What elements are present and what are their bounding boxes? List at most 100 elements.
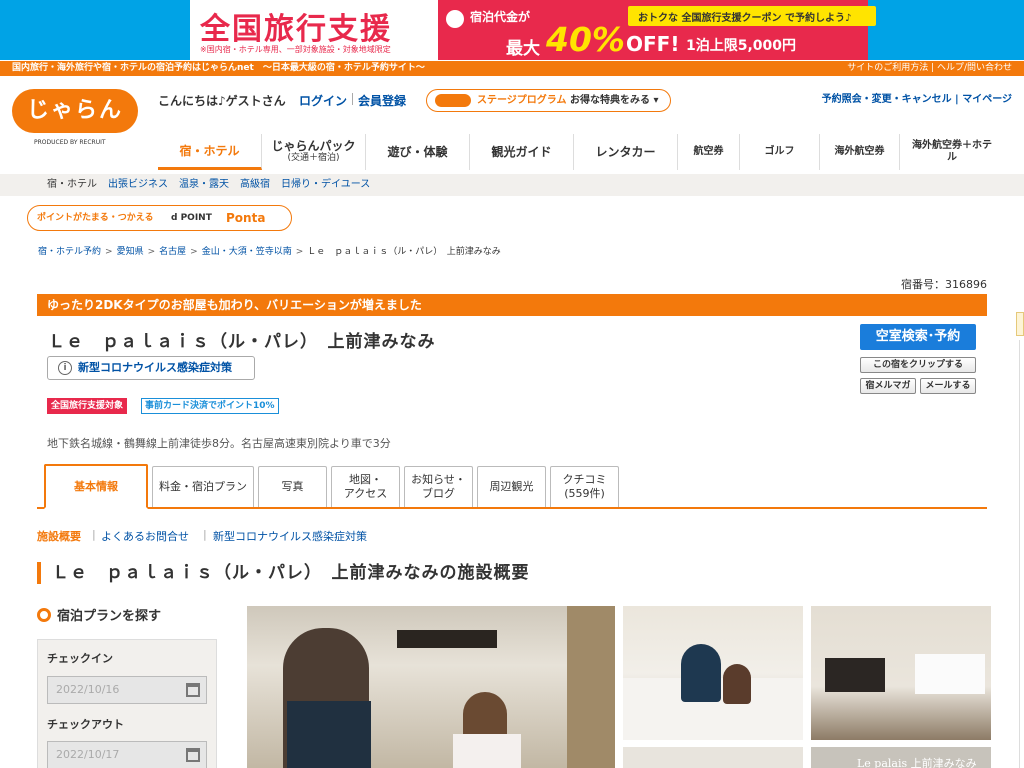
tab-plans[interactable]: 料金・宿泊プラン — [152, 466, 254, 507]
section-title: Ｌｅ ｐａｌａｉｓ（ル・パレ） 上前津みなみの施設概要 — [37, 562, 530, 584]
thumbnail-photo[interactable] — [623, 606, 803, 740]
breadcrumb-current: Ｌｅ ｐａｌａｉｓ（ル・パレ） 上前津みなみ — [307, 247, 501, 257]
search-icon — [37, 608, 51, 622]
feedback-tab[interactable] — [1016, 312, 1024, 336]
register-link[interactable]: 会員登録 — [358, 92, 406, 109]
hotel-access: 地下鉄名城線・鶴舞線上前津徒歩8分。名古屋高速東別院より車で3分 — [47, 437, 391, 450]
subnav-daytrip[interactable]: 日帰り・デイユース — [281, 174, 370, 196]
breadcrumb-nagoya[interactable]: 名古屋 — [159, 247, 186, 257]
nav-overseas[interactable]: 海外航空券 — [820, 134, 900, 170]
banner-limit: 1泊上限5,000円 — [686, 38, 797, 54]
tab-news-label2: ブログ — [422, 487, 455, 500]
banner-off: OFF! — [626, 32, 680, 56]
nav-pack[interactable]: じゃらんパック (交通＋宿泊) — [262, 134, 366, 170]
divider: | — [203, 528, 207, 541]
stage-program-title: ステージプログラム — [477, 95, 567, 106]
jalan-mini-logo-icon — [435, 94, 471, 107]
breadcrumb-hotel[interactable]: 宿・ホテル予約 — [38, 247, 101, 257]
divider — [352, 93, 353, 105]
photo-person-shirt — [287, 701, 371, 768]
hotel-number: 宿番号：316896 — [901, 278, 987, 291]
plan-search-heading: 宿泊プランを探す — [37, 605, 161, 624]
check-icon — [446, 10, 464, 28]
nav-overseas-hotel[interactable]: 海外航空券＋ホテル — [900, 134, 1004, 170]
photo-door — [567, 606, 615, 768]
covid-measures-button[interactable]: i 新型コロナウイルス感染症対策 — [47, 356, 255, 380]
breadcrumb-separator: > — [105, 247, 113, 257]
link-overview[interactable]: 施設概要 — [37, 528, 81, 544]
tab-reviews-label1: クチコミ — [562, 473, 607, 486]
nav-air[interactable]: 航空券 — [678, 134, 740, 170]
tab-news-label1: お知らせ・ — [411, 473, 466, 486]
banner-percent: 40% — [546, 20, 625, 59]
tab-reviews[interactable]: クチコミ (559件) — [550, 466, 619, 507]
photo-caption: Le palais 上前津みなみ — [857, 757, 977, 768]
nav-guide[interactable]: 観光ガイド — [470, 134, 574, 170]
newsletter-button[interactable]: 宿メルマガ — [860, 378, 916, 394]
link-covid[interactable]: 新型コロナウイルス感染症対策 — [213, 528, 367, 544]
breadcrumb-separator: > — [295, 247, 304, 257]
thumbnail-photo[interactable] — [811, 606, 991, 740]
photo-desk — [825, 658, 885, 692]
tab-map-label2: アクセス — [343, 487, 388, 500]
subnav-business[interactable]: 出張ビジネス — [108, 174, 168, 196]
photo-cabinet — [397, 630, 497, 648]
tab-news[interactable]: お知らせ・ ブログ — [404, 466, 473, 507]
site-tagline-bar: 国内旅行・海外旅行や宿・ホテルの宿泊予約はじゃらんnet 〜日本最大級の宿・ホテ… — [0, 61, 1024, 76]
photo-person — [681, 644, 721, 702]
nav-pack-label: じゃらんパック — [271, 139, 356, 153]
email-button[interactable]: メールする — [920, 378, 976, 394]
jalan-logo[interactable]: じゃらん — [12, 89, 138, 133]
nav-hotel[interactable]: 宿・ホテル — [158, 134, 262, 170]
tab-basic-info[interactable]: 基本情報 — [44, 464, 148, 509]
photo-person — [723, 664, 751, 704]
subnav-luxury[interactable]: 高級宿 — [240, 174, 270, 196]
card-points-badge: 事前カード決済でポイント10% — [141, 398, 279, 414]
checkin-field[interactable]: 2022/10/16 — [47, 676, 207, 704]
link-faq[interactable]: よくあるお問合せ — [101, 528, 189, 544]
breadcrumb-aichi[interactable]: 愛知県 — [117, 247, 144, 257]
calendar-icon[interactable] — [186, 748, 200, 762]
banner-max: 最大 — [506, 39, 540, 59]
plan-search-title: 宿泊プランを探す — [57, 609, 162, 624]
main-photo[interactable] — [247, 606, 615, 768]
site-tagline: 国内旅行・海外旅行や宿・ホテルの宿泊予約はじゃらんnet 〜日本最大級の宿・ホテ… — [12, 63, 425, 73]
travel-support-badge: 全国旅行支援対象 — [47, 398, 128, 414]
points-banner[interactable]: ポイントがたまる・つかえる d POINT Ponta — [27, 205, 292, 231]
nav-golf[interactable]: ゴルフ — [740, 134, 820, 170]
divider: | — [92, 528, 96, 541]
hotel-notice: ゆったり2DKタイプのお部屋も加わり、バリエーションが増えました — [37, 294, 987, 316]
campaign-banner[interactable]: 全国旅行支援 ※国内宿・ホテル専用、一部対象施設・対象地域限定 宿泊代金が おト… — [0, 0, 1024, 60]
thumbnail-photo[interactable] — [623, 747, 803, 768]
points-text: ポイントがたまる・つかえる — [37, 213, 154, 223]
photo-person-shirt — [453, 734, 521, 768]
tab-photos[interactable]: 写真 — [258, 466, 327, 507]
tab-sightseeing[interactable]: 周辺観光 — [477, 466, 546, 507]
checkin-label: チェックイン — [47, 652, 113, 665]
checkout-field[interactable]: 2022/10/17 — [47, 741, 207, 768]
tab-map-label1: 地図・ — [349, 473, 382, 486]
page-edge-line — [1019, 340, 1020, 768]
greeting: こんにちは♪ゲストさん — [158, 94, 286, 108]
login-link[interactable]: ログイン — [299, 92, 347, 109]
info-icon: i — [58, 361, 72, 375]
help-links[interactable]: サイトのご利用方法 | ヘルプ/問い合わせ — [847, 61, 1012, 76]
calendar-icon[interactable] — [186, 683, 200, 697]
tab-map[interactable]: 地図・ アクセス — [331, 466, 400, 507]
breadcrumb: 宿・ホテル予約 > 愛知県 > 名古屋 > 金山・大須・笠寺以南 > Ｌｅ ｐａｌａｉｓ（ル・パ… — [38, 244, 501, 257]
reservation-links[interactable]: 予約照会・変更・キャンセル | マイページ — [822, 90, 1012, 105]
breadcrumb-separator: > — [190, 247, 198, 257]
banner-coupon-text: おトクな 全国旅行支援クーポン で予約しよう♪ — [638, 13, 852, 24]
banner-title: 全国旅行支援 — [200, 12, 392, 47]
stage-program-button[interactable]: ステージプログラム お得な特典をみる ▾ — [426, 89, 671, 112]
search-reserve-button[interactable]: 空室検索･予約 — [860, 324, 976, 350]
nav-rental[interactable]: レンタカー — [574, 134, 678, 170]
tab-reviews-label2: (559件) — [564, 487, 605, 500]
breadcrumb-area[interactable]: 金山・大須・笠寺以南 — [202, 247, 292, 257]
clip-button[interactable]: この宿をクリップする — [860, 357, 976, 373]
subnav-onsen[interactable]: 温泉・露天 — [179, 174, 229, 196]
breadcrumb-separator: > — [147, 247, 156, 257]
thumbnail-photo[interactable]: Le palais 上前津みなみ — [811, 747, 991, 768]
checkout-label: チェックアウト — [47, 718, 124, 731]
nav-play[interactable]: 遊び・体験 — [366, 134, 470, 170]
